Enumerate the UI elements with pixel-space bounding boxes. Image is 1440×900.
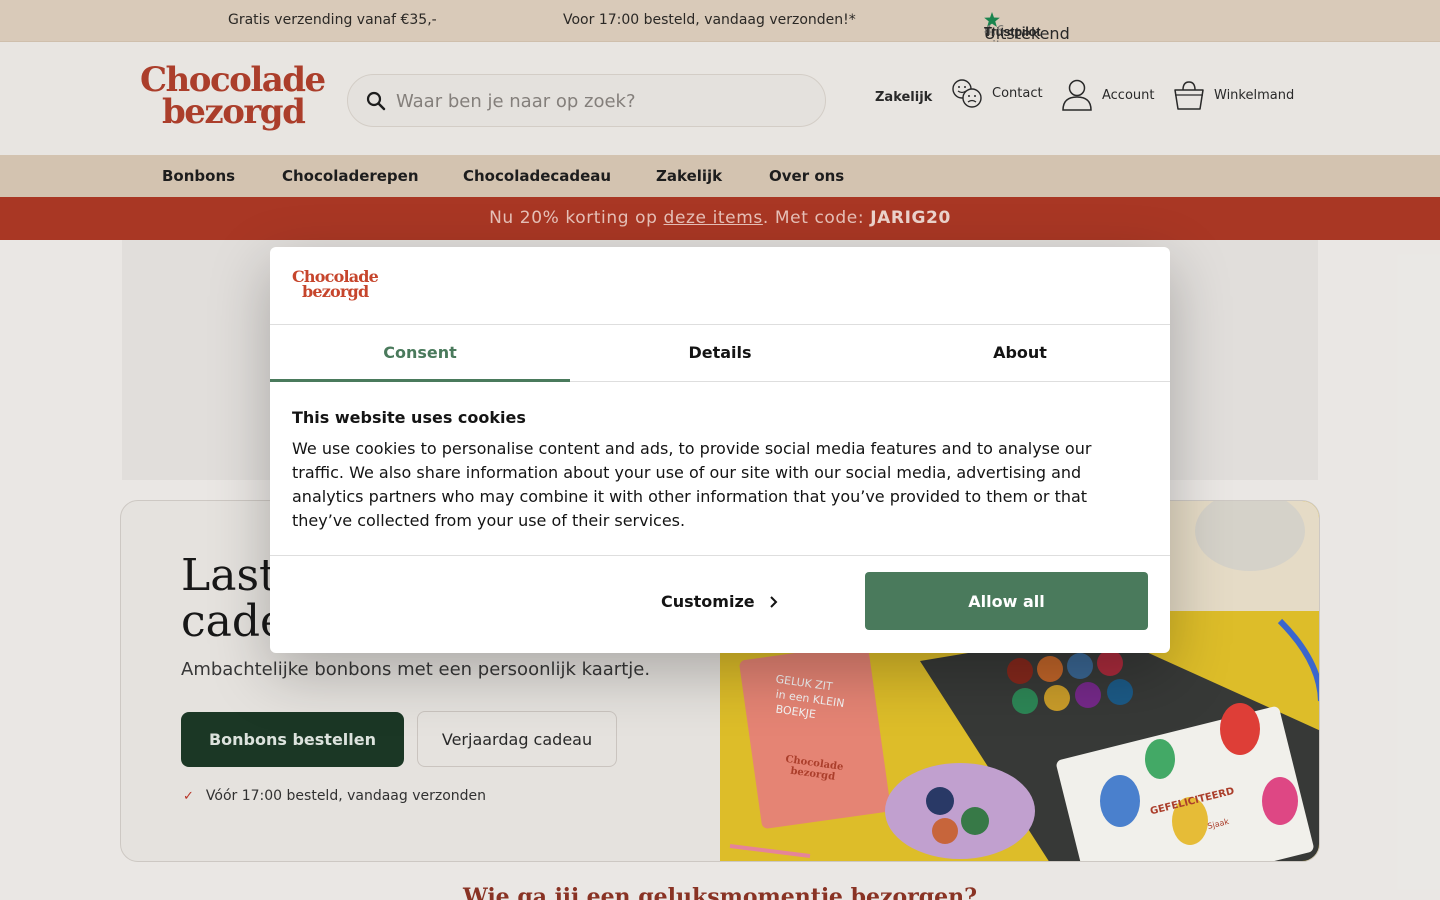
dialog-title: This website uses cookies — [292, 408, 526, 427]
dialog-footer: Customize Allow all — [270, 555, 1170, 653]
dialog-logo-line-2: bezorgd — [302, 282, 369, 301]
cookie-consent-dialog: Chocolade bezorgd Consent Details About … — [270, 247, 1170, 653]
tab-details[interactable]: Details — [570, 325, 870, 382]
tab-consent[interactable]: Consent — [270, 325, 570, 382]
consent-tabs: Consent Details About — [270, 324, 1170, 382]
chevron-right-icon — [769, 595, 778, 608]
dialog-body-text: We use cookies to personalise content an… — [292, 439, 1092, 530]
customize-label: Customize — [661, 592, 755, 611]
customize-button[interactable]: Customize — [661, 592, 779, 611]
allow-all-button[interactable]: Allow all — [865, 572, 1148, 630]
dialog-logo: Chocolade bezorgd — [292, 269, 379, 301]
tab-about[interactable]: About — [870, 325, 1170, 382]
